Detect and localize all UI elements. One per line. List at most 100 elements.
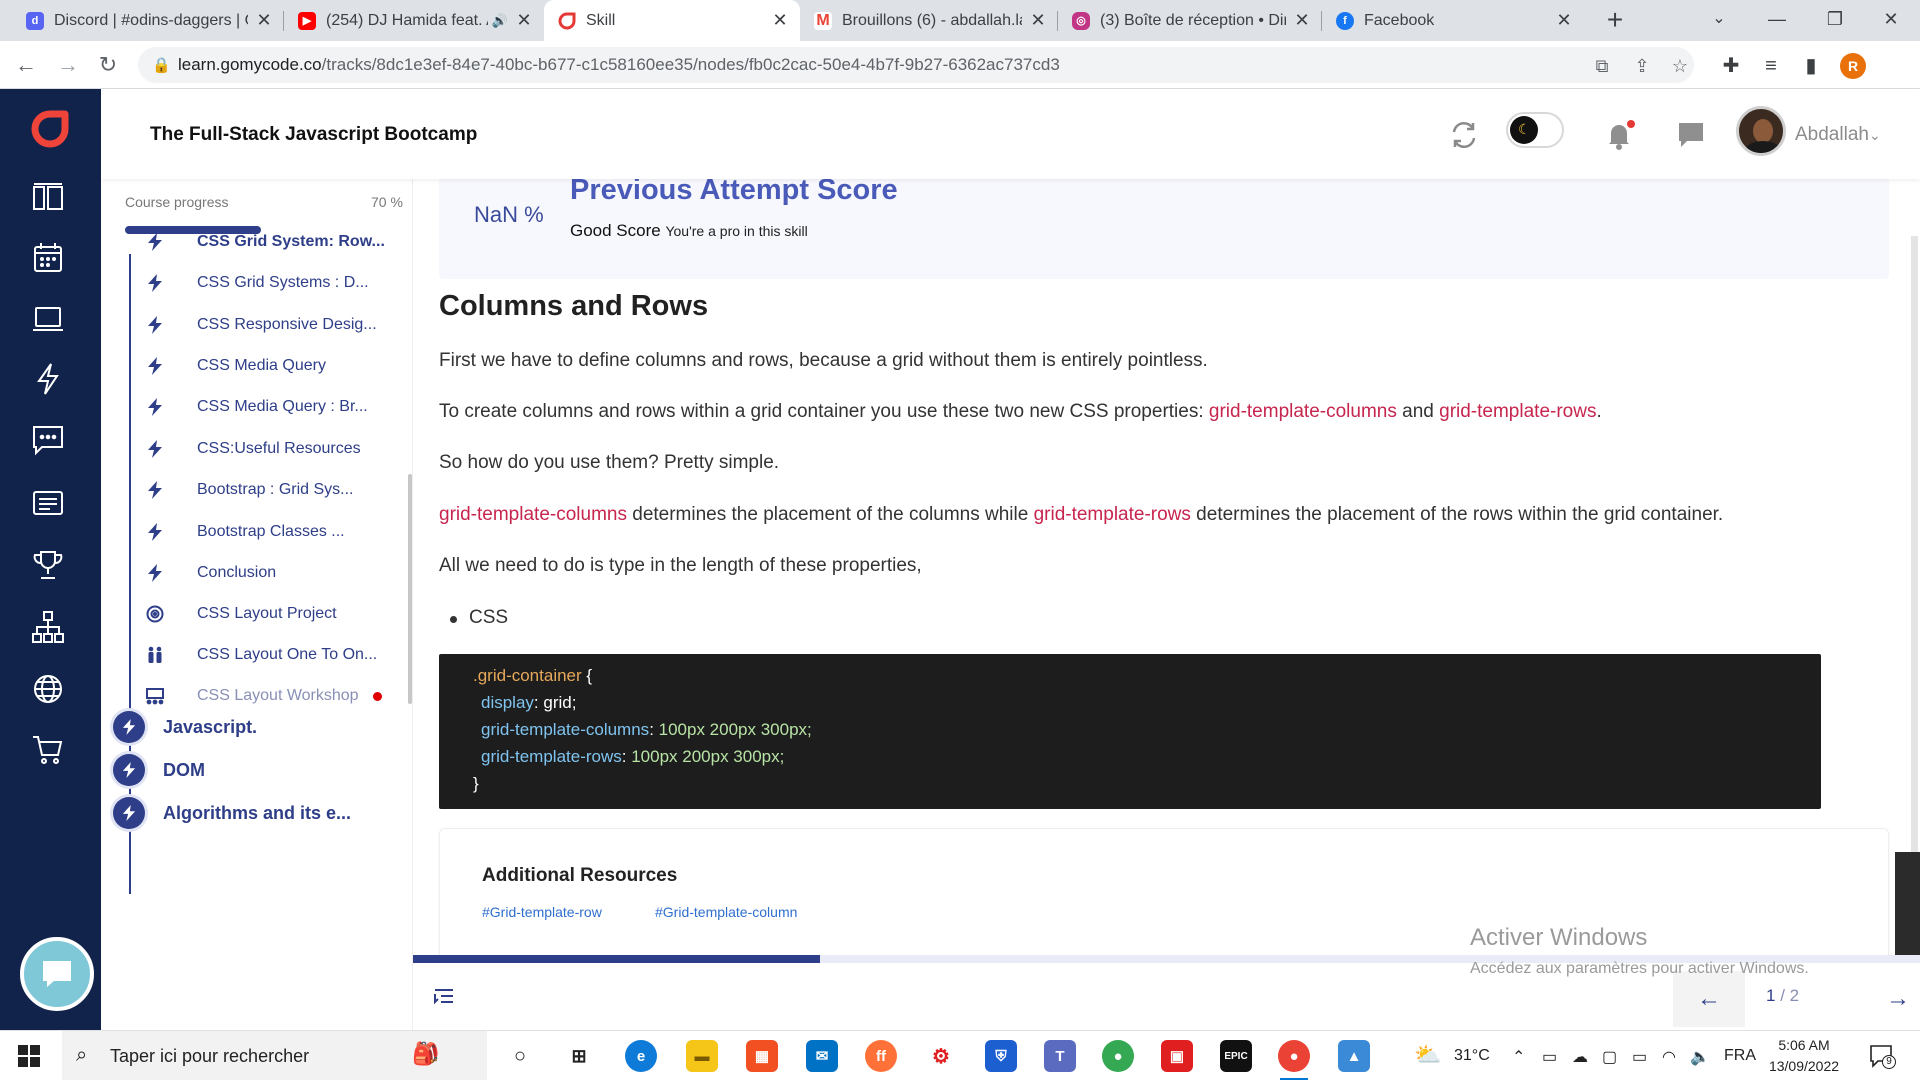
sidebar-scrollbar[interactable] [408, 474, 412, 704]
wifi-icon[interactable]: ◠ [1662, 1047, 1676, 1067]
url-text[interactable]: learn.gomycode.co/tracks/8dc1e3ef-84e7-4… [178, 55, 1060, 75]
taskbar-search-input[interactable]: ⌕ Taper ici pour rechercher 🎒 [62, 1031, 487, 1080]
task-view-icon[interactable]: ⊞ [563, 1040, 595, 1072]
side-panel-icon[interactable]: ▮ [1798, 53, 1824, 79]
lesson-item[interactable]: Conclusion [145, 558, 405, 588]
outline-list-icon[interactable] [433, 986, 455, 1011]
module-item[interactable]: DOM [113, 753, 205, 787]
lesson-item[interactable]: CSS Layout One To On... [145, 640, 405, 670]
volume-icon[interactable]: 🔈 [1690, 1047, 1710, 1067]
epic-games-icon[interactable]: EPIC [1220, 1040, 1252, 1072]
lesson-item[interactable]: Bootstrap : Grid Sys... [145, 475, 405, 505]
article-icon[interactable] [30, 485, 66, 521]
tab-instagram[interactable]: ◎ (3) Boîte de réception • Dire ✕ [1058, 0, 1322, 41]
lesson-item[interactable]: CSS Media Query : Br... [145, 392, 405, 422]
extensions-icon[interactable]: ✚ [1718, 53, 1744, 79]
address-bar[interactable]: 🔒 learn.gomycode.co/tracks/8dc1e3ef-84e7… [138, 47, 1694, 83]
forward-arrow-icon[interactable]: → [52, 49, 84, 81]
chrome-profile-icon[interactable]: ● [1278, 1040, 1310, 1080]
lesson-item[interactable]: Bootstrap Classes ... [145, 517, 405, 547]
bookmark-star-icon[interactable]: ☆ [1668, 54, 1692, 78]
cloud-icon[interactable]: ☁ [1572, 1047, 1588, 1067]
minimize-icon[interactable]: — [1748, 0, 1806, 41]
chevron-up-icon[interactable]: ⌃ [1512, 1047, 1525, 1067]
weather-temp[interactable]: 31°C [1454, 1047, 1490, 1065]
resource-link[interactable]: #Grid-template-row [482, 904, 602, 920]
next-page-button[interactable]: → [1873, 971, 1920, 1027]
edge-icon[interactable]: e [625, 1040, 657, 1072]
photos-icon[interactable]: ▲ [1338, 1040, 1370, 1072]
previous-page-button[interactable]: ← [1673, 971, 1745, 1027]
language-indicator[interactable]: FRA [1724, 1047, 1756, 1065]
chat-icon[interactable] [30, 421, 66, 457]
calendar-icon[interactable] [30, 239, 66, 275]
back-arrow-icon[interactable]: ← [10, 49, 42, 81]
lesson-item[interactable]: CSS Grid System: Row... [145, 227, 405, 257]
globe-icon[interactable] [30, 671, 66, 707]
battery-icon[interactable]: ▭ [1542, 1047, 1557, 1067]
tab-search-chevron-icon[interactable]: ⌄ [1690, 0, 1748, 41]
content-scrollbar[interactable] [1911, 236, 1918, 856]
weather-widget-icon[interactable]: 🎒 [412, 1041, 439, 1067]
weather-icon[interactable]: ⛅ [1414, 1042, 1441, 1068]
hierarchy-icon[interactable] [30, 609, 66, 645]
new-tab-button[interactable]: + [1598, 4, 1632, 38]
notification-center-icon[interactable]: 9 [1868, 1043, 1896, 1069]
close-icon[interactable]: ✕ [1554, 10, 1574, 31]
module-item[interactable]: Javascript. [113, 710, 257, 744]
gomycode-logo[interactable] [30, 109, 70, 149]
game-app-icon[interactable]: ⚙ [925, 1040, 957, 1072]
tab-facebook[interactable]: f Facebook ✕ [1322, 0, 1584, 41]
security-shield-icon[interactable]: ⛨ [985, 1040, 1017, 1072]
lesson-item[interactable]: CSS Layout Project [145, 599, 405, 629]
translate-icon[interactable]: ⧉ [1590, 54, 1614, 78]
window-close-icon[interactable]: ✕ [1862, 0, 1920, 41]
speaker-icon[interactable]: 🔊 [492, 13, 508, 29]
windows-start-icon[interactable] [18, 1045, 40, 1072]
close-icon[interactable]: ✕ [770, 10, 790, 31]
task-view-circle-icon[interactable]: ○ [504, 1040, 536, 1072]
resource-link[interactable]: #Grid-template-column [655, 904, 797, 920]
system-clock[interactable]: 5:06 AM 13/09/2022 [1764, 1035, 1844, 1077]
cart-icon[interactable] [30, 731, 66, 767]
display-icon[interactable]: ▢ [1602, 1047, 1617, 1067]
close-icon[interactable]: ✕ [514, 10, 534, 31]
tab-youtube[interactable]: ▶ (254) DJ Hamida feat. A 🔊 ✕ [284, 0, 544, 41]
refresh-icon[interactable] [1446, 117, 1482, 153]
user-avatar[interactable] [1736, 106, 1786, 156]
laptop-icon[interactable] [30, 301, 66, 337]
bolt-icon[interactable] [30, 361, 66, 397]
tab-discord[interactable]: d Discord | #odins-daggers | O ✕ [12, 0, 284, 41]
reload-icon[interactable]: ↻ [92, 49, 124, 81]
share-icon[interactable]: ⇪ [1630, 54, 1654, 78]
support-chat-button[interactable] [20, 937, 94, 1011]
module-item[interactable]: Algorithms and its e... [113, 796, 351, 830]
close-icon[interactable]: ✕ [1028, 10, 1048, 31]
tab-skill[interactable]: Skill ✕ [544, 0, 800, 41]
lesson-item[interactable]: CSS Layout Workshop [145, 681, 405, 711]
mail-icon[interactable]: ✉ [806, 1040, 838, 1072]
lesson-item[interactable]: CSS Responsive Desig... [145, 310, 405, 340]
lesson-item[interactable]: CSS:Useful Resources [145, 434, 405, 464]
firefox-icon[interactable]: ff [865, 1040, 897, 1072]
chrome-icon[interactable]: ● [1102, 1040, 1134, 1072]
lock-icon[interactable]: 🔒 [152, 56, 171, 74]
teams-icon[interactable]: T [1044, 1040, 1076, 1072]
dark-mode-toggle[interactable]: ☾ [1506, 112, 1564, 148]
restore-icon[interactable]: ❐ [1806, 0, 1864, 41]
profile-avatar[interactable]: R [1840, 53, 1866, 79]
user-menu[interactable]: Abdallah⌄ [1795, 124, 1881, 146]
file-explorer-icon[interactable]: ▬ [686, 1040, 718, 1072]
media-control-icon[interactable]: ≡ [1758, 53, 1784, 79]
close-icon[interactable]: ✕ [1292, 10, 1312, 31]
tab-gmail[interactable]: M Brouillons (6) - abdallah.lah ✕ [800, 0, 1058, 41]
trophy-icon[interactable] [30, 547, 66, 583]
roadmap-icon[interactable] [30, 179, 66, 215]
message-icon[interactable] [1673, 117, 1709, 153]
lesson-item[interactable]: CSS Media Query [145, 351, 405, 381]
close-icon[interactable]: ✕ [254, 10, 274, 31]
lesson-item[interactable]: CSS Grid Systems : D... [145, 268, 405, 298]
store-icon[interactable]: ▦ [746, 1040, 778, 1072]
power-icon[interactable]: ▭ [1632, 1047, 1647, 1067]
red-app-icon[interactable]: ▣ [1161, 1040, 1193, 1072]
